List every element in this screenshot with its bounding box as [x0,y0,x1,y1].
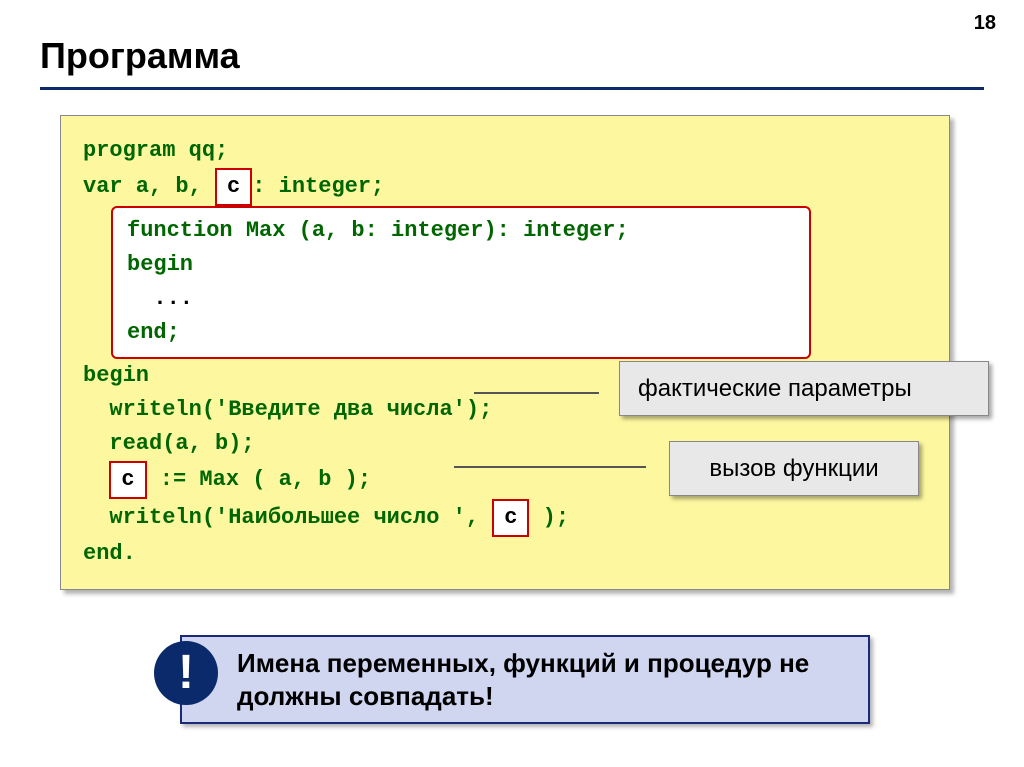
var-suffix: : integer; [252,174,384,199]
func-begin: begin [127,248,795,282]
result-suffix: ); [529,505,569,530]
c-box-declaration: c [215,168,252,206]
func-end: end; [127,316,795,350]
note-container: ! Имена переменных, функций и процедур н… [180,635,870,724]
exclamation-icon: ! [154,641,218,705]
code-block: program qq; var a, b, c: integer; functi… [60,115,950,590]
function-box: function Max (a, b: integer): integer; b… [111,206,811,358]
connector-line-call [454,466,646,468]
page-title: Программа [40,35,984,77]
func-body: ... [127,282,795,316]
note-text: Имена переменных, функций и процедур не … [180,635,870,724]
assign-suffix: := Max ( a, b ); [147,467,371,492]
writeln-result: writeln('Наибольшее число ', c ); [83,499,927,537]
c-box-output: c [492,499,529,537]
func-signature: function Max (a, b: integer): integer; [127,214,795,248]
code-line-program: program qq; [83,134,927,168]
page-number: 18 [974,12,996,35]
var-prefix: var a, b, [83,174,215,199]
assign-prefix [83,467,109,492]
callout-actual-params: фактические параметры [619,361,989,416]
result-prefix: writeln('Наибольшее число ', [83,505,492,530]
title-underline [40,87,984,90]
connector-line-actual [474,392,599,394]
code-line-var: var a, b, c: integer; [83,168,927,206]
callout-function-call: вызов функции [669,441,919,496]
main-end: end. [83,537,927,571]
c-box-assignment: c [109,461,146,499]
